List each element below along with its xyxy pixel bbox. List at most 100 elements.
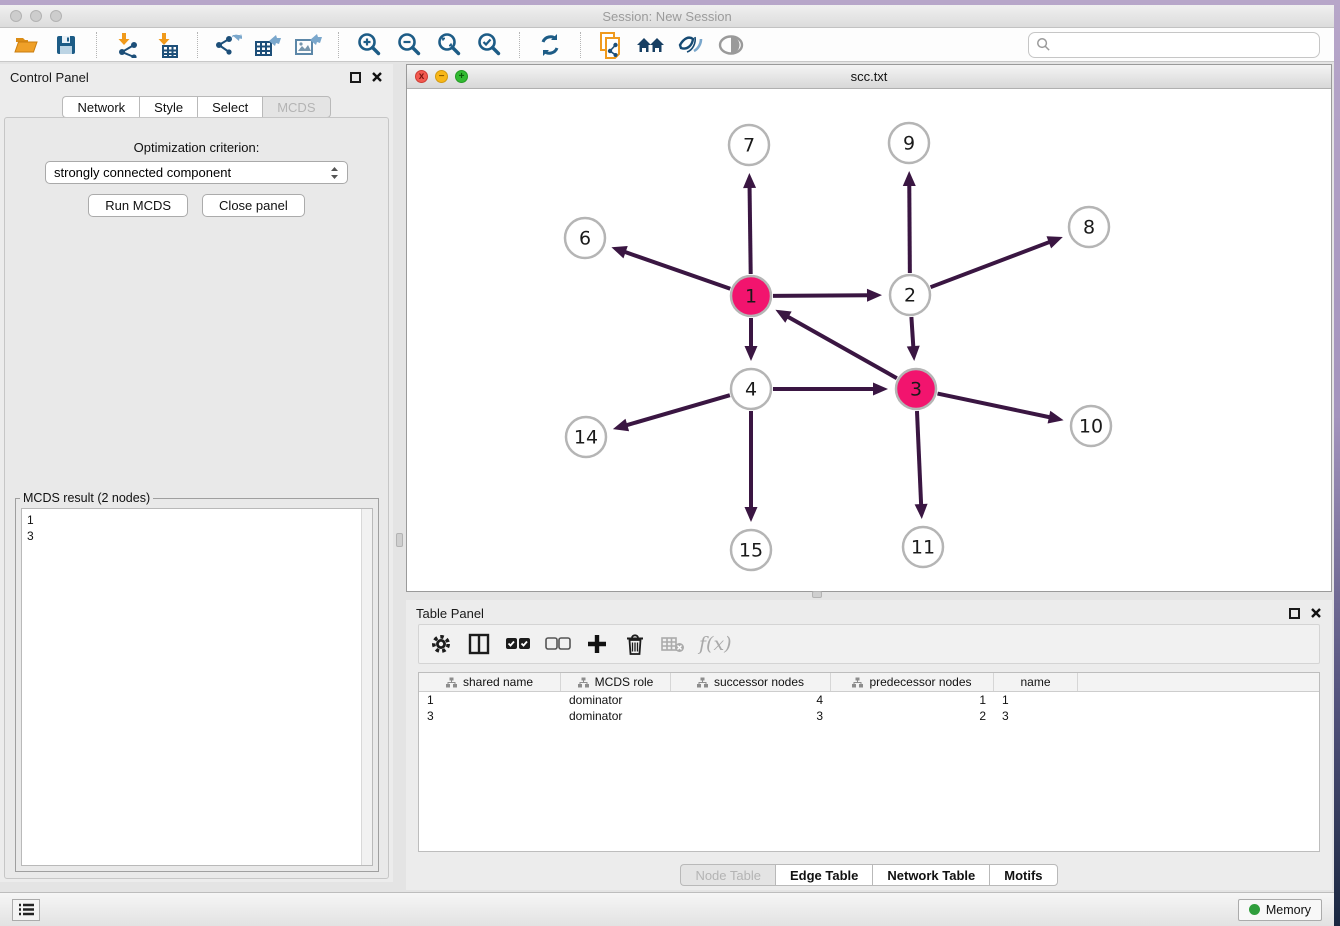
edge-arrowhead (907, 346, 920, 361)
splitter-handle[interactable] (396, 533, 403, 547)
hide-graphics-details-button[interactable] (675, 31, 707, 59)
table-panel-header: Table Panel (406, 600, 1332, 626)
edge-arrowhead (873, 383, 888, 396)
open-session-button[interactable] (10, 31, 42, 59)
edge-2-3[interactable] (911, 317, 913, 348)
table-cell[interactable]: 2 (831, 708, 994, 724)
unselect-all-columns-button[interactable] (545, 632, 571, 656)
table-row[interactable]: 3dominator323 (419, 708, 1319, 724)
refresh-button[interactable] (534, 31, 566, 59)
tab-style[interactable]: Style (139, 96, 197, 118)
save-session-button[interactable] (50, 31, 82, 59)
node-label-8: 8 (1083, 217, 1095, 239)
zoom-selected-button[interactable] (473, 31, 505, 59)
float-panel-icon[interactable] (350, 72, 361, 83)
search-field[interactable] (1028, 32, 1320, 58)
result-scrollbar[interactable] (361, 509, 372, 865)
function-builder-button[interactable]: f(x) (699, 632, 732, 656)
edge-arrowhead (1046, 236, 1062, 248)
table-cell[interactable]: 1 (994, 692, 1078, 708)
refresh-icon (537, 32, 563, 58)
vertical-splitter[interactable] (393, 62, 406, 892)
home-icon (636, 33, 666, 57)
run-mcds-button[interactable]: Run MCDS (88, 194, 188, 217)
mcds-result-line: 3 (27, 528, 367, 544)
export-image-button[interactable] (292, 31, 324, 59)
criterion-dropdown[interactable]: strongly connected component (45, 161, 348, 184)
table-cell[interactable]: 4 (671, 692, 831, 708)
column-header-shared-name[interactable]: shared name (419, 673, 561, 691)
tab-network[interactable]: Network (62, 96, 139, 118)
export-table-button[interactable] (252, 31, 284, 59)
float-table-panel-icon[interactable] (1289, 608, 1300, 619)
table-cell[interactable]: 1 (831, 692, 994, 708)
tab-network-table[interactable]: Network Table (872, 864, 989, 886)
import-table-button[interactable] (151, 31, 183, 59)
column-header-successor-nodes[interactable]: successor nodes (671, 673, 831, 691)
edge-3-1[interactable] (787, 316, 897, 378)
node-label-11: 11 (911, 537, 935, 559)
tab-mcds[interactable]: MCDS (262, 96, 330, 118)
tab-node-table[interactable]: Node Table (680, 864, 775, 886)
network-canvas[interactable]: 7968124314101511 (407, 89, 1331, 590)
mcds-panel: Optimization criterion: strongly connect… (4, 117, 389, 879)
close-table-panel-icon[interactable] (1310, 607, 1322, 619)
edge-arrowhead (745, 346, 758, 361)
edge-2-9[interactable] (909, 184, 910, 273)
close-panel-icon[interactable] (371, 71, 383, 83)
memory-label: Memory (1266, 903, 1311, 917)
zoom-in-icon (356, 32, 382, 58)
select-all-columns-button[interactable] (505, 632, 531, 656)
toolbar-separator (197, 32, 198, 58)
table-cell[interactable]: 1 (419, 692, 561, 708)
network-graph[interactable]: 7968124314101511 (407, 89, 1331, 590)
edge-3-11[interactable] (917, 411, 921, 506)
open-folder-icon (13, 33, 39, 57)
window-titlebar: Session: New Session (0, 5, 1334, 28)
show-column-panel-button[interactable] (467, 632, 491, 656)
tab-motifs[interactable]: Motifs (989, 864, 1057, 886)
plus-icon (586, 633, 608, 655)
delete-table-button[interactable] (661, 632, 685, 656)
task-history-button[interactable] (12, 899, 40, 921)
duplicate-network-button[interactable] (595, 31, 627, 59)
table-row[interactable]: 1dominator411 (419, 692, 1319, 708)
table-cell[interactable]: 3 (419, 708, 561, 724)
export-network-button[interactable] (212, 31, 244, 59)
table-cell[interactable]: dominator (561, 708, 671, 724)
edge-1-6[interactable] (624, 252, 731, 289)
zoom-out-button[interactable] (393, 31, 425, 59)
edge-4-14[interactable] (625, 395, 730, 425)
node-table[interactable]: shared nameMCDS rolesuccessor nodesprede… (418, 672, 1320, 852)
table-cell[interactable]: dominator (561, 692, 671, 708)
memory-button[interactable]: Memory (1238, 899, 1322, 921)
edge-2-8[interactable] (931, 242, 1051, 288)
import-network-button[interactable] (111, 31, 143, 59)
node-label-6: 6 (579, 228, 591, 250)
close-panel-button[interactable]: Close panel (202, 194, 305, 217)
table-cell[interactable]: 3 (994, 708, 1078, 724)
tab-edge-table[interactable]: Edge Table (775, 864, 872, 886)
add-row-button[interactable] (585, 632, 609, 656)
node-label-10: 10 (1079, 416, 1103, 438)
duplicate-network-icon (598, 31, 624, 59)
zoom-in-button[interactable] (353, 31, 385, 59)
mcds-result-text[interactable]: 13 (21, 508, 373, 866)
column-header-name[interactable]: name (994, 673, 1078, 691)
show-graphics-details-button[interactable] (715, 31, 747, 59)
table-cell[interactable]: 3 (671, 708, 831, 724)
node-label-2: 2 (904, 285, 916, 307)
column-header-MCDS-role[interactable]: MCDS role (561, 673, 671, 691)
home-button[interactable] (635, 31, 667, 59)
table-settings-button[interactable] (429, 632, 453, 656)
search-input[interactable] (1056, 37, 1312, 52)
delete-row-button[interactable] (623, 632, 647, 656)
edge-1-7[interactable] (750, 186, 751, 274)
mcds-result-line: 1 (27, 512, 367, 528)
tab-select[interactable]: Select (197, 96, 262, 118)
column-header-predecessor-nodes[interactable]: predecessor nodes (831, 673, 994, 691)
zoom-fit-button[interactable] (433, 31, 465, 59)
horizontal-splitter-handle[interactable] (812, 591, 822, 598)
edge-3-10[interactable] (938, 394, 1051, 418)
edge-1-2[interactable] (773, 295, 869, 296)
